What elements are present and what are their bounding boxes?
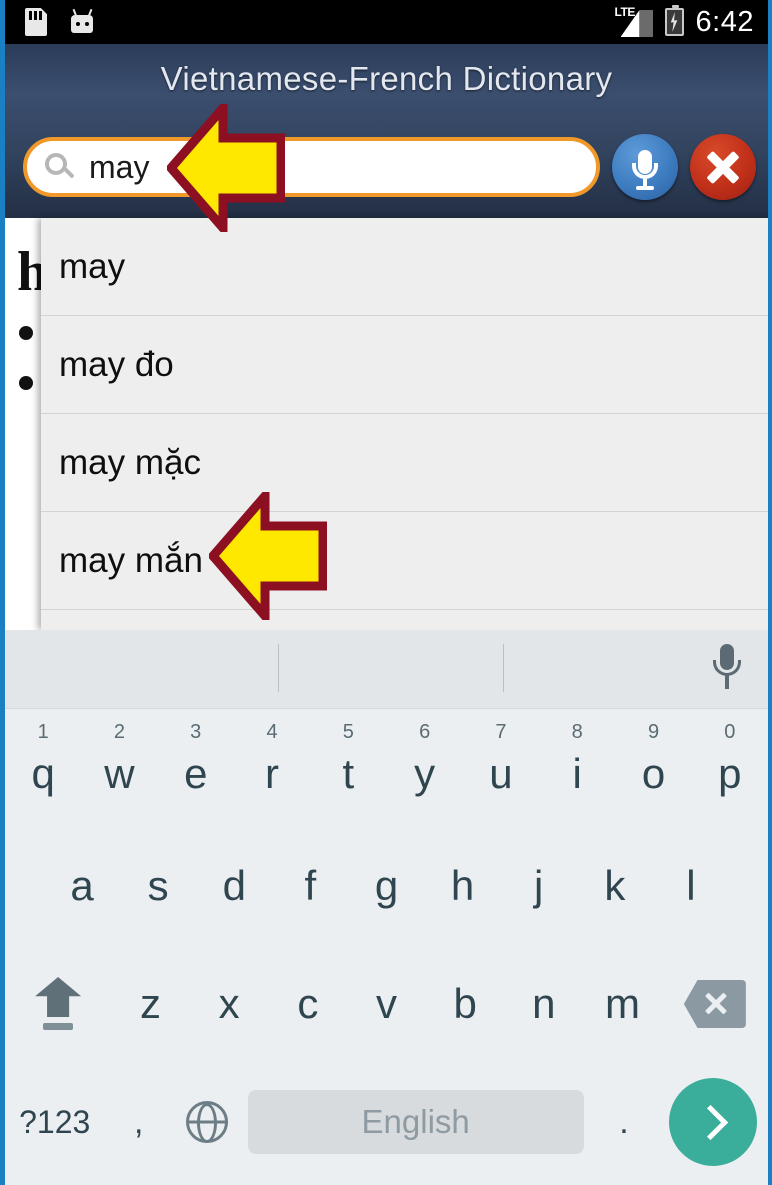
key-j[interactable]: j: [501, 827, 577, 945]
key-k[interactable]: k: [577, 827, 653, 945]
suggestion-item-3[interactable]: may mắn: [41, 512, 768, 610]
on-screen-keyboard: 1 q 2 w 3 e 4 r 5 t 6 y 7 u 8 i 9 o 0 p …: [5, 630, 768, 1185]
phone-screen: LTE 6:42 Vietnamese-French Dictionary ma…: [0, 0, 772, 1185]
key-label: t: [342, 750, 355, 797]
status-bar: LTE 6:42: [5, 0, 768, 44]
key-s[interactable]: s: [120, 827, 196, 945]
enter-chevron-icon: [669, 1078, 758, 1166]
key-a[interactable]: a: [44, 827, 120, 945]
suggestion-item-1[interactable]: may đo: [41, 316, 768, 414]
voice-search-button[interactable]: [612, 134, 678, 200]
key-label: w: [104, 750, 135, 797]
key-h[interactable]: h: [425, 827, 501, 945]
suggestion-item-4[interactable]: [41, 610, 768, 630]
key-o[interactable]: 9 o: [615, 709, 691, 827]
key-i[interactable]: 8 i: [539, 709, 615, 827]
key-label: r: [265, 750, 280, 797]
key-label: e: [184, 750, 208, 797]
suggestion-divider: [503, 644, 504, 692]
language-switch-key[interactable]: [173, 1063, 242, 1181]
key-p[interactable]: 0 p: [692, 709, 768, 827]
content-bullet: [19, 326, 33, 340]
key-n[interactable]: n: [504, 945, 583, 1063]
lte-label: LTE: [614, 5, 636, 19]
suggestion-item-0[interactable]: may: [41, 218, 768, 316]
key-number: 0: [724, 721, 736, 743]
period-key[interactable]: .: [590, 1063, 659, 1181]
keyboard-row-1: 1 q 2 w 3 e 4 r 5 t 6 y 7 u 8 i 9 o 0 p: [5, 709, 768, 827]
battery-charging-icon: [664, 5, 684, 36]
key-label: q: [31, 750, 55, 797]
key-u[interactable]: 7 u: [463, 709, 539, 827]
key-number: 2: [113, 721, 125, 743]
key-label: y: [414, 750, 436, 797]
keyboard-suggestion-strip[interactable]: [5, 630, 768, 709]
status-bar-left-icons: [25, 8, 615, 36]
backspace-icon: [683, 980, 746, 1028]
key-e[interactable]: 3 e: [158, 709, 234, 827]
key-number: 3: [190, 721, 202, 743]
key-number: 6: [419, 721, 431, 743]
space-key[interactable]: English: [247, 1090, 584, 1154]
comma-key[interactable]: ,: [104, 1063, 173, 1181]
key-m[interactable]: m: [583, 945, 662, 1063]
key-number: 4: [266, 721, 278, 743]
key-g[interactable]: g: [348, 827, 424, 945]
key-f[interactable]: f: [272, 827, 348, 945]
lte-signal-icon: LTE: [614, 5, 653, 37]
key-label: i: [572, 750, 582, 797]
key-z[interactable]: z: [111, 945, 190, 1063]
key-w[interactable]: 2 w: [81, 709, 157, 827]
key-number: 9: [647, 721, 660, 743]
clock-time: 6:42: [695, 5, 754, 38]
shift-key[interactable]: [5, 945, 111, 1063]
key-label: p: [718, 750, 742, 797]
close-x-icon: [704, 148, 742, 186]
key-c[interactable]: c: [269, 945, 348, 1063]
search-bar-row: may: [5, 127, 768, 207]
key-l[interactable]: l: [653, 827, 729, 945]
search-input[interactable]: may: [23, 137, 600, 197]
key-label: u: [489, 750, 513, 797]
keyboard-row-3: z x c v b n m: [5, 945, 768, 1063]
key-d[interactable]: d: [196, 827, 272, 945]
suggestion-item-2[interactable]: may mặc: [41, 414, 768, 512]
key-number: 7: [495, 721, 507, 743]
key-q[interactable]: 1 q: [5, 709, 81, 827]
key-number: 8: [571, 721, 583, 743]
enter-key[interactable]: [658, 1063, 768, 1181]
keyboard-microphone-icon[interactable]: [709, 644, 745, 694]
globe-icon: [186, 1101, 229, 1143]
sd-card-icon: [25, 8, 47, 36]
key-y[interactable]: 6 y: [386, 709, 462, 827]
keyboard-row-4: ?123 , English .: [5, 1063, 768, 1181]
search-icon: [45, 153, 75, 181]
symbols-key[interactable]: ?123: [5, 1063, 104, 1181]
keyboard-row-2: a s d f g h j k l: [5, 827, 768, 945]
key-b[interactable]: b: [426, 945, 505, 1063]
shift-icon: [35, 977, 82, 1031]
suggestion-divider: [278, 644, 279, 692]
key-label: o: [641, 750, 666, 797]
android-head-icon: [69, 8, 95, 35]
key-number: 1: [37, 721, 49, 743]
search-input-value: may: [89, 149, 150, 185]
backspace-key[interactable]: [662, 945, 768, 1063]
key-number: 5: [342, 721, 354, 743]
page-title: Vietnamese-French Dictionary: [160, 60, 613, 97]
key-x[interactable]: x: [190, 945, 269, 1063]
status-bar-right-icons: LTE 6:42: [614, 5, 754, 39]
clear-search-button[interactable]: [690, 134, 756, 200]
key-v[interactable]: v: [347, 945, 426, 1063]
search-suggestions-dropdown: may may đo may mặc may mắn: [41, 218, 768, 630]
content-bullet: [19, 376, 33, 390]
key-t[interactable]: 5 t: [310, 709, 386, 827]
key-r[interactable]: 4 r: [234, 709, 310, 827]
